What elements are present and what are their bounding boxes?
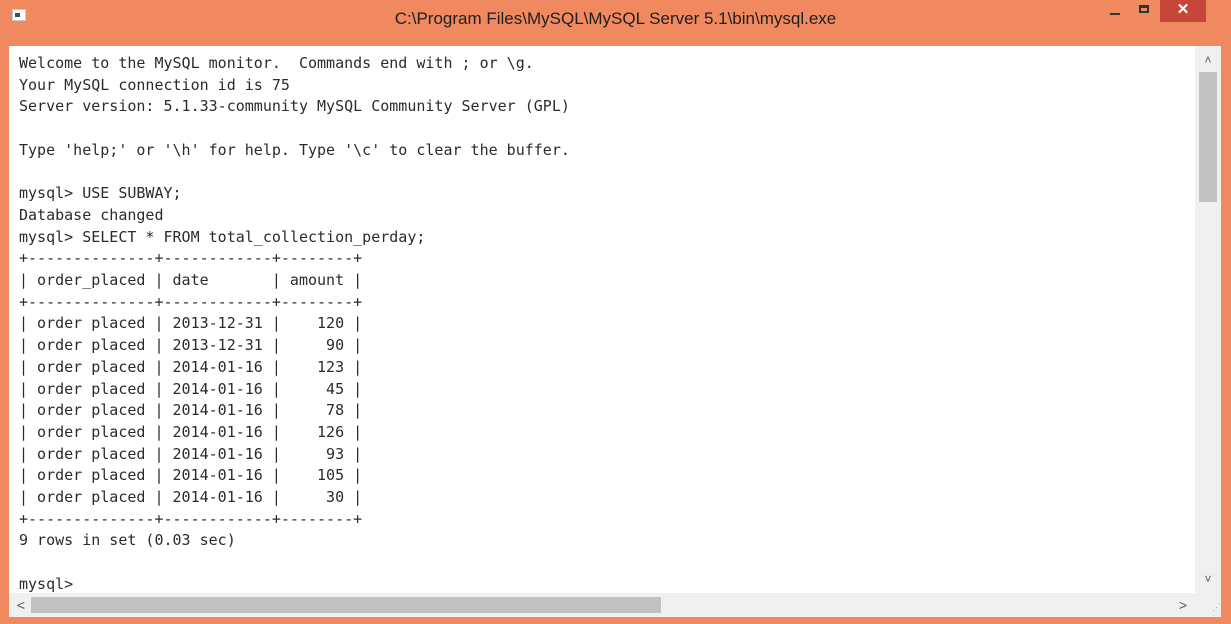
maximize-button[interactable] [1132, 0, 1158, 22]
console-line: mysql> [19, 574, 83, 593]
console-line: | order_placed | date | amount | [19, 271, 363, 290]
console-line: Welcome to the MySQL monitor. Commands e… [19, 54, 534, 72]
console-line: Database changed [19, 205, 164, 224]
console-line: mysql> SELECT * FROM total_collection_pe… [19, 227, 426, 246]
window-title: C:\Program Files\MySQL\MySQL Server 5.1\… [394, 9, 837, 28]
console-line: Type 'help;' or '\h' for help. Type '\c'… [19, 140, 570, 159]
console-window: C:\Program Files\MySQL\MySQL Server 5.1\… [0, 0, 1231, 624]
scroll-up-arrow-icon[interactable]: ˄ [1195, 50, 1221, 70]
vertical-scrollbar[interactable]: ˄ ˅ [1195, 46, 1221, 593]
scroll-left-arrow-icon[interactable]: < [11, 593, 31, 617]
console-area[interactable]: Welcome to the MySQL monitor. Commands e… [9, 46, 1221, 617]
console-line: | order placed | 2014-01-16 | 123 | [19, 357, 363, 376]
title-bar[interactable]: C:\Program Files\MySQL\MySQL Server 5.1\… [0, 0, 1231, 46]
console-output[interactable]: Welcome to the MySQL monitor. Commands e… [9, 46, 1195, 593]
console-line: | order placed | 2014-01-16 | 45 | [19, 379, 363, 398]
console-line: | order placed | 2014-01-16 | 93 | [19, 444, 363, 463]
close-button[interactable]: ✕ [1160, 0, 1206, 22]
console-line: | order placed | 2014-01-16 | 105 | [19, 466, 363, 485]
console-line: | order placed | 2014-01-16 | 126 | [19, 422, 363, 441]
console-line: Your MySQL connection id is 75 [19, 75, 290, 94]
minimize-icon [1110, 13, 1120, 15]
console-line: +--------------+------------+--------+ [19, 292, 363, 311]
console-line: | order placed | 2014-01-16 | 30 | [19, 488, 363, 507]
resize-grip-icon[interactable]: ⋰ [1195, 593, 1221, 617]
console-line: 9 rows in set (0.03 sec) [19, 531, 236, 550]
console-line: Server version: 5.1.33-community MySQL C… [19, 97, 570, 116]
vertical-scroll-thumb[interactable] [1199, 72, 1217, 202]
close-icon: ✕ [1176, 1, 1190, 18]
console-line: mysql> USE SUBWAY; [19, 184, 182, 203]
console-line: +--------------+------------+--------+ [19, 509, 363, 528]
minimize-button[interactable] [1102, 0, 1128, 22]
horizontal-scroll-thumb[interactable] [31, 597, 661, 613]
console-line: | order placed | 2014-01-16 | 78 | [19, 401, 363, 420]
console-line: +--------------+------------+--------+ [19, 249, 363, 268]
maximize-icon [1139, 5, 1149, 13]
console-line: | order placed | 2013-12-31 | 120 | [19, 314, 363, 333]
horizontal-scrollbar[interactable]: < > [9, 593, 1195, 617]
console-line: | order placed | 2013-12-31 | 90 | [19, 336, 363, 355]
scroll-right-arrow-icon[interactable]: > [1173, 593, 1193, 617]
scroll-down-arrow-icon[interactable]: ˅ [1195, 569, 1221, 589]
